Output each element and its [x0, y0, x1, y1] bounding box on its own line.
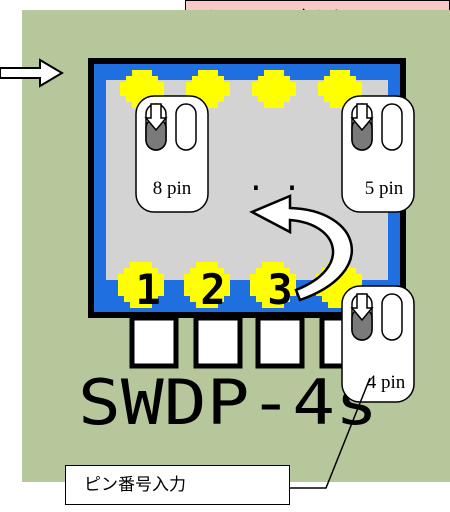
leg-3: [255, 315, 305, 369]
switch-4pin-label: 4 pin: [367, 372, 406, 393]
leg-1: [129, 315, 179, 369]
leg-2: [193, 315, 243, 369]
diagram-canvas: 1 2 3 . . SWDP-4s 8 pin 5 pin 4 pin: [0, 10, 450, 489]
pad-number-2: 2: [200, 265, 225, 314]
pad-number-3: 3: [267, 265, 292, 314]
part-name: SWDP-4s: [78, 366, 378, 439]
switch-4pin[interactable]: 4 pin: [341, 285, 415, 403]
switch-5pin[interactable]: 5 pin: [341, 95, 415, 213]
switch-4pin-lever-right: [381, 293, 403, 341]
switch-8pin-label: 8 pin: [153, 178, 192, 199]
pin-number-input-label: ピン番号入力: [65, 465, 290, 505]
switch-8pin[interactable]: 8 pin: [135, 95, 209, 213]
switch-8pin-lever-right: [175, 103, 197, 151]
pad-number-1: 1: [135, 265, 160, 314]
center-dots: . .: [247, 163, 301, 198]
switch-5pin-lever-right: [381, 103, 403, 151]
switch-5pin-label: 5 pin: [365, 178, 404, 199]
